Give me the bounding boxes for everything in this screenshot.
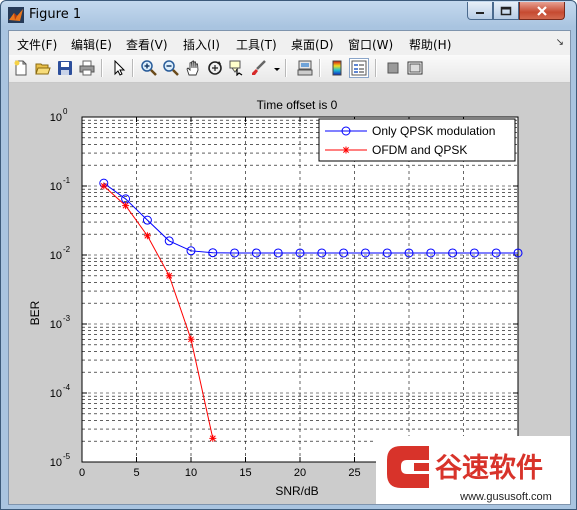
watermark-url: www.gususoft.com — [459, 491, 552, 503]
menu-bar: 文件(F) 编辑(E) 查看(V) 插入(I) 工具(T) 桌面(D) 窗口(W… — [9, 31, 570, 55]
zoom-in-button[interactable] — [139, 58, 159, 78]
dock-arrow-icon[interactable]: ↘ — [556, 37, 564, 48]
data-point — [209, 434, 217, 442]
data-cursor-button[interactable] — [227, 58, 247, 78]
print-button[interactable] — [77, 58, 97, 78]
print-icon — [79, 60, 95, 76]
y-tick-label-exponent: -4 — [63, 383, 71, 392]
data-point — [342, 146, 350, 154]
brush-dropdown[interactable] — [271, 58, 281, 78]
x-tick-label: 25 — [348, 467, 360, 479]
maximize-icon — [500, 6, 512, 15]
title-bar[interactable]: Figure 1 — [1, 1, 576, 29]
zoom-in-icon — [141, 60, 157, 76]
brush-button[interactable] — [249, 58, 269, 78]
y-tick-label-exponent: -5 — [63, 452, 71, 461]
menu-edit[interactable]: 编辑(E) — [71, 36, 112, 53]
x-tick-label: 10 — [185, 467, 197, 479]
plot-area — [82, 117, 518, 462]
minimize-button[interactable] — [467, 2, 493, 20]
data-point — [100, 182, 108, 190]
y-tick-label-exponent: 0 — [63, 107, 68, 116]
link-plot-icon — [297, 60, 313, 76]
menu-window[interactable]: 窗口(W) — [348, 36, 393, 53]
pan-icon — [186, 60, 199, 76]
zoom-out-button[interactable] — [161, 58, 181, 78]
matlab-icon — [8, 7, 24, 23]
save-icon — [58, 61, 72, 75]
y-tick-label-exponent: -1 — [63, 176, 71, 185]
y-tick-label-base: 10 — [50, 181, 62, 193]
y-tick-label-base: 10 — [50, 457, 62, 469]
menu-help[interactable]: 帮助(H) — [409, 36, 451, 53]
toolbar-separator — [132, 59, 134, 77]
open-file-icon — [35, 63, 51, 75]
data-point — [165, 272, 173, 280]
zoom-out-icon — [163, 60, 179, 76]
ber-chart: Time offset is 0 SNR/dB BER 051015202530… — [28, 98, 572, 506]
watermark-logo: 谷速软件 www.gususoft.com — [376, 436, 572, 506]
y-axis-label: BER — [28, 300, 42, 325]
y-tick-label-exponent: -3 — [63, 314, 71, 323]
pan-button[interactable] — [183, 58, 203, 78]
x-tick-label: 20 — [294, 467, 306, 479]
chart-title: Time offset is 0 — [257, 98, 338, 112]
menu-view[interactable]: 查看(V) — [126, 36, 168, 53]
toolbar-separator — [375, 59, 377, 77]
show-plot-tools-icon — [407, 61, 423, 75]
hide-plot-tools-icon — [387, 62, 399, 74]
y-tick-label-base: 10 — [50, 319, 62, 331]
x-axis-label: SNR/dB — [275, 484, 318, 498]
legend-icon — [351, 60, 367, 76]
legend-label: OFDM and QPSK — [372, 143, 467, 157]
colorbar-button[interactable] — [327, 58, 347, 78]
brush-icon — [252, 60, 266, 75]
figure-client-area: 文件(F) 编辑(E) 查看(V) 插入(I) 工具(T) 桌面(D) 窗口(W… — [8, 30, 572, 506]
y-tick-label-exponent: -2 — [63, 245, 71, 254]
maximize-button[interactable] — [493, 2, 519, 20]
x-tick-label: 5 — [133, 467, 139, 479]
figure-toolbar — [9, 55, 570, 83]
data-point — [143, 232, 151, 240]
figure-window: Figure 1 文件(F) 编辑(E) 查看(V) 插入(I) 工具(T) 桌… — [0, 0, 577, 510]
data-cursor-icon — [229, 60, 243, 76]
legend-button[interactable] — [349, 58, 369, 78]
y-tick-label-base: 10 — [50, 250, 62, 262]
figure-canvas: Time offset is 0 SNR/dB BER 051015202530… — [9, 83, 572, 506]
close-button[interactable] — [519, 2, 565, 20]
menu-insert[interactable]: 插入(I) — [183, 36, 220, 53]
toolbar-separator — [285, 59, 287, 77]
y-tick-label-base: 10 — [50, 388, 62, 400]
menu-desktop[interactable]: 桌面(D) — [291, 36, 334, 53]
edit-plot-icon — [114, 60, 126, 76]
menu-file[interactable]: 文件(F) — [17, 36, 57, 53]
link-plot-button[interactable] — [295, 58, 315, 78]
minimize-icon — [476, 11, 484, 14]
menu-tools[interactable]: 工具(T) — [236, 36, 277, 53]
window-title: Figure 1 — [29, 7, 82, 22]
toolbar-separator — [101, 59, 103, 77]
x-tick-label: 15 — [239, 467, 251, 479]
toolbar-separator — [319, 59, 321, 77]
new-figure-icon — [14, 60, 27, 76]
dropdown-arrow-icon — [274, 68, 280, 71]
save-button[interactable] — [55, 58, 75, 78]
legend: Only QPSK modulation OFDM and QPSK — [318, 118, 516, 162]
legend-label: Only QPSK modulation — [372, 124, 495, 138]
data-point — [122, 202, 130, 210]
show-plot-tools-button[interactable] — [405, 58, 425, 78]
rotate-3d-button[interactable] — [205, 58, 225, 78]
edit-plot-button[interactable] — [109, 58, 129, 78]
open-file-button[interactable] — [33, 58, 53, 78]
colorbar-icon — [332, 60, 342, 76]
y-tick-label-base: 10 — [50, 112, 62, 124]
x-tick-label: 0 — [79, 467, 85, 479]
data-point — [187, 335, 195, 343]
new-figure-button[interactable] — [11, 58, 31, 78]
close-icon — [537, 5, 547, 16]
hide-plot-tools-button[interactable] — [383, 58, 403, 78]
watermark-text: 谷速软件 — [435, 453, 543, 484]
rotate-3d-icon — [208, 61, 222, 75]
